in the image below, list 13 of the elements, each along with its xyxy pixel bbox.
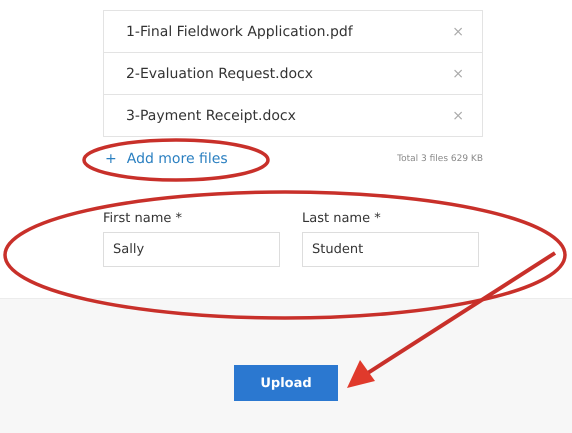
- total-size-text: Total 3 files 629 KB: [397, 154, 483, 164]
- field-label: Last name *: [302, 211, 382, 226]
- remove-file-button[interactable]: ×: [452, 24, 464, 40]
- file-name: 1-Final Fieldwork Application.pdf: [126, 24, 353, 40]
- upload-button[interactable]: Upload: [234, 365, 338, 401]
- file-name: 2-Evaluation Request.docx: [126, 66, 314, 82]
- name-input[interactable]: Student: [302, 232, 479, 267]
- remove-file-button[interactable]: ×: [452, 66, 464, 82]
- field-label: First name *: [103, 211, 183, 226]
- file-name: 3-Payment Receipt.docx: [126, 108, 296, 124]
- remove-file-button[interactable]: ×: [452, 108, 464, 124]
- add-more-files-link[interactable]: + Add more files: [103, 151, 228, 167]
- name-input[interactable]: Sally: [103, 232, 280, 267]
